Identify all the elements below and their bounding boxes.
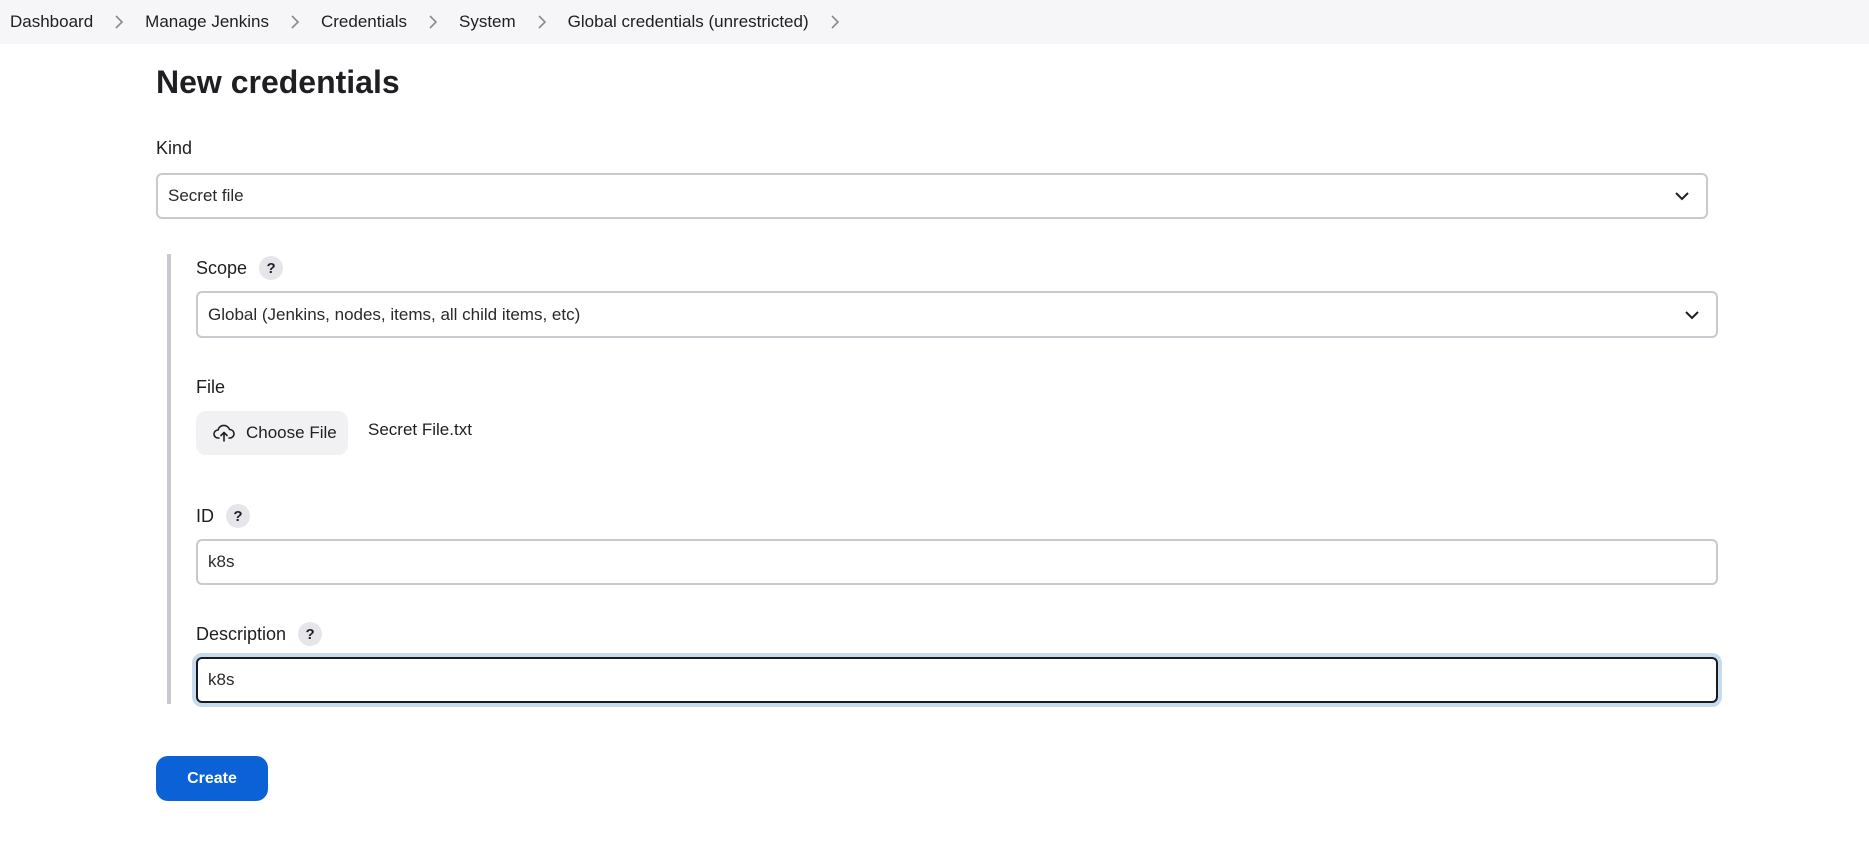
id-help-icon[interactable]: ?: [226, 504, 250, 528]
id-input[interactable]: [196, 539, 1718, 585]
description-label-text: Description: [196, 623, 287, 644]
description-help-icon[interactable]: ?: [298, 622, 323, 646]
chevron-right-icon: [428, 15, 438, 29]
description-input[interactable]: [196, 657, 1718, 703]
breadcrumb-dashboard[interactable]: Dashboard: [10, 12, 93, 32]
kind-select[interactable]: Secret file: [156, 173, 1708, 219]
id-label: ID ?: [196, 504, 250, 528]
breadcrumb: Dashboard Manage Jenkins Credentials Sys…: [0, 0, 1869, 44]
chevron-right-icon: [537, 15, 547, 29]
scope-label: Scope ?: [196, 256, 284, 280]
description-label: Description ?: [196, 622, 323, 646]
breadcrumb-manage-jenkins[interactable]: Manage Jenkins: [145, 12, 269, 32]
choose-file-label: Choose File: [246, 423, 337, 442]
id-label-text: ID: [196, 505, 214, 526]
file-label: File: [196, 377, 225, 398]
credential-section-divider: [167, 254, 171, 704]
kind-label: Kind: [156, 138, 192, 159]
breadcrumb-system[interactable]: System: [459, 12, 516, 32]
chevron-right-icon[interactable]: [830, 15, 840, 29]
selected-file-name: Secret File.txt: [368, 420, 472, 439]
file-label-text: File: [196, 377, 226, 397]
kind-select-value: Secret file: [168, 186, 244, 205]
cloud-upload-icon: [213, 424, 235, 442]
chevron-right-icon: [290, 15, 300, 29]
scope-select-value: Global (Jenkins, nodes, items, all child…: [208, 304, 581, 324]
breadcrumb-credentials[interactable]: Credentials: [321, 12, 407, 32]
kind-label-text: Kind: [156, 138, 193, 158]
scope-select[interactable]: Global (Jenkins, nodes, items, all child…: [196, 291, 1718, 338]
choose-file-button[interactable]: Choose File: [196, 411, 348, 455]
page-title: New credentials: [156, 64, 400, 100]
chevron-down-icon: [1675, 192, 1689, 201]
scope-label-text: Scope: [196, 257, 248, 278]
create-button[interactable]: Create: [156, 756, 268, 801]
scope-help-icon[interactable]: ?: [259, 256, 284, 280]
chevron-right-icon: [114, 15, 124, 29]
chevron-down-icon: [1685, 310, 1699, 319]
breadcrumb-global-credentials[interactable]: Global credentials (unrestricted): [568, 12, 809, 32]
